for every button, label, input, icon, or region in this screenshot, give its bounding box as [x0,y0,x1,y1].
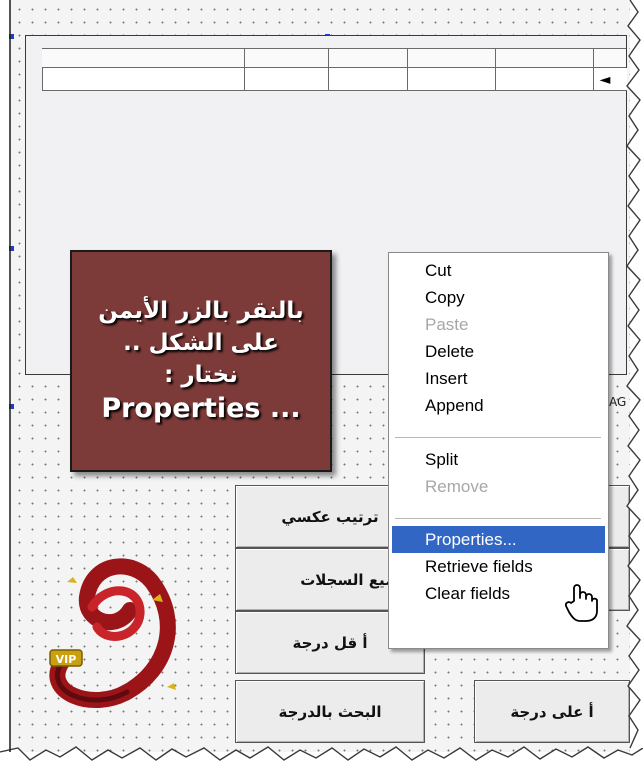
torn-paper-edge [0,0,643,772]
designer-screenshot: ◄ AG ترتيب عكسي ن جميع السجلات أ قل درجة… [0,0,643,772]
